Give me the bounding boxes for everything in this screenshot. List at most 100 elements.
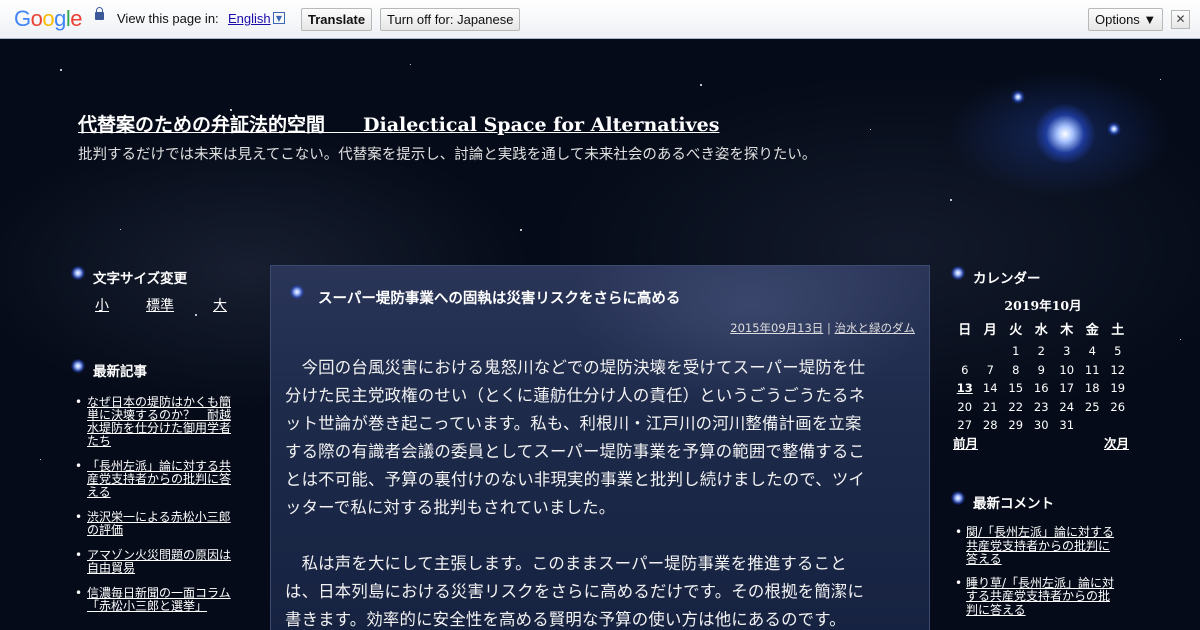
star [195,314,197,316]
recent-comments-list: 関/「長州左派」論に対する共産党支持者からの批判に答える睡り草/「長州左派」論に… [953,525,1133,627]
calendar-day: 1 [1012,344,1020,358]
star-bullet-icon [951,491,965,505]
calendar-day: 21 [982,399,998,414]
font-size-normal[interactable]: 標準 [146,295,174,315]
recent-posts-heading: 最新記事 [93,364,147,380]
bright-star [1035,104,1095,164]
comment-link-text[interactable]: 睡り草/「長州左派」論に対 [966,576,1114,590]
blog-description: 批判するだけでは未来は見えてこない。代替案を提示し、討論と実践を通して未来社会の… [78,147,817,163]
calendar-day: 12 [1110,362,1126,377]
post-title: スーパー堤防事業への固執は災害リスクをさらに高める [318,291,681,307]
calendar-heading: カレンダー [973,271,1041,287]
star [1180,339,1181,340]
post-meta: 2015年09月13日 | 治水と緑のダム [730,320,915,336]
calendar-week: 13 14 15 16 17 18 19 [952,379,1134,398]
turn-off-button[interactable]: Turn off for: Japanese [380,8,521,31]
calendar-weekday: 金 [1085,323,1099,338]
recent-post-item[interactable]: 信濃毎日新聞の一面コラム「赤松小三郎と選挙」 [72,587,247,613]
star [120,229,121,230]
options-button[interactable]: Options ▼ [1088,8,1164,31]
recent-post-item[interactable]: アマゾン火災問題の原因は自由貿易 [72,549,247,575]
recent-post-link[interactable]: なぜ日本の堤防はかくも簡 単に決壊するのか？ 耐越 水堤防を仕分けた御用学者 たち [87,395,231,448]
calendar-caption: 2019年10月 [1004,298,1082,313]
calendar-week: 27 28 29 30 31 [952,416,1134,435]
calendar-day: 25 [1084,399,1100,414]
calendar-day: 15 [1008,381,1024,395]
comment-link-text[interactable]: 判に答える [966,603,1026,617]
post-date-link[interactable]: 2015年09月13日 [730,321,823,335]
post-paragraph-2: 私は声を大にして主張します。このままスーパー堤防事業を推進すること は、日本列島に… [285,554,865,629]
lock-icon [95,7,104,20]
calendar-next-link[interactable]: 次月 [1104,433,1129,452]
logo-letter: G [14,6,31,31]
translate-bar: Google View this page in: English ▼ Tran… [0,0,1200,39]
recent-comment-item[interactable]: 睡り草/「長州左派」論に対する共産党支持者からの批判に答える [953,576,1133,618]
calendar-day: 19 [1110,381,1126,395]
calendar-weekday: 日 [958,323,972,338]
calendar-weekday: 木 [1060,323,1074,338]
post-category-link[interactable]: 治水と緑のダム [835,321,916,335]
font-size-small[interactable]: 小 [95,295,109,315]
post-paragraph-1: 今回の台風災害における鬼怒川などでの堤防決壊を受けてスーパー堤防を仕 分けた民主党… [285,358,866,517]
calendar-day: 30 [1033,418,1049,432]
star [40,459,41,460]
calendar-day: 11 [1084,362,1100,377]
recent-post-link[interactable]: アマゾン火災問題の原因は 自由貿易 [87,548,231,575]
recent-comment-item[interactable]: 関/「長州左派」論に対する共産党支持者からの批判に答える [953,525,1133,567]
meta-separator: | [823,321,835,335]
recent-post-item[interactable]: なぜ日本の堤防はかくも簡単に決壊するのか？ 耐越水堤防を仕分けた御用学者たち [72,396,247,448]
language-select[interactable]: English [228,11,271,26]
calendar-day: 3 [1063,344,1071,358]
calendar-day: 31 [1059,418,1075,432]
calendar-day: 6 [961,362,969,377]
font-size-heading: 文字サイズ変更 [93,271,188,287]
dropdown-arrow-icon[interactable]: ▼ [273,12,285,24]
calendar-day: 17 [1059,381,1075,395]
logo-letter: e [70,6,83,31]
calendar-day-link[interactable]: 13 [952,379,978,398]
calendar-day [1080,416,1106,435]
calendar-day: 28 [982,418,998,432]
star [1107,122,1121,136]
star-bullet-icon [71,266,85,280]
recent-post-link[interactable]: 信濃毎日新聞の一面コラム 「赤松小三郎と選挙」 [87,586,231,613]
star [520,229,522,231]
recent-post-link[interactable]: 渋沢栄一による赤松小三郎 の評価 [87,510,231,537]
calendar-day: 8 [1012,362,1020,377]
calendar-prev-link[interactable]: 前月 [953,433,978,452]
calendar-day: 20 [957,399,973,414]
recent-post-link[interactable]: 「長州左派」論に対する共 産党支持者からの批判に答 える [87,459,231,499]
close-icon[interactable]: ✕ [1171,10,1190,29]
star-bullet-icon [71,359,85,373]
blog-title[interactable]: 代替案のための弁証法的空間 Dialectical Space for Alte… [78,110,719,137]
comment-link-text[interactable]: 関/「長州左派」論に対する [966,525,1114,539]
star [60,69,62,71]
calendar-week: 1 2 3 4 5 [952,342,1134,361]
calendar-day: 27 [957,418,973,432]
translate-button[interactable]: Translate [301,8,373,31]
font-size-large[interactable]: 大 [213,295,227,315]
calendar-day [978,342,1004,361]
comment-link-text[interactable]: 共産党支持者からの批判に [966,539,1110,553]
calendar-week: 20 21 22 23 24 25 26 [952,398,1134,417]
post-panel: スーパー堤防事業への固執は災害リスクをさらに高める 2015年09月13日 | … [270,265,930,630]
calendar-day: 24 [1059,399,1075,414]
recent-post-item[interactable]: 「長州左派」論に対する共産党支持者からの批判に答える [72,460,247,499]
calendar-day: 9 [1037,362,1045,377]
star [700,84,702,86]
calendar-day: 29 [1008,418,1024,432]
recent-comments-heading: 最新コメント [973,496,1054,512]
calendar-weekday: 火 [1009,323,1023,338]
logo-letter: g [54,6,66,31]
calendar-day: 14 [982,381,998,395]
calendar-day: 5 [1114,344,1122,358]
star [870,129,871,130]
calendar-day: 18 [1084,381,1100,395]
comment-link-text[interactable]: 答える [966,552,1002,566]
google-logo: Google [14,6,83,32]
translate-prompt: View this page in: [117,11,219,26]
recent-post-item[interactable]: 渋沢栄一による赤松小三郎の評価 [72,511,247,537]
calendar-days: 1 2 3 4 5 6 7 8 9 10 11 12 13 14 15 16 17 18 19 20 21 22 23 24 2… [952,342,1134,435]
comment-link-text[interactable]: する共産党支持者からの批 [966,589,1110,603]
star [950,199,952,201]
